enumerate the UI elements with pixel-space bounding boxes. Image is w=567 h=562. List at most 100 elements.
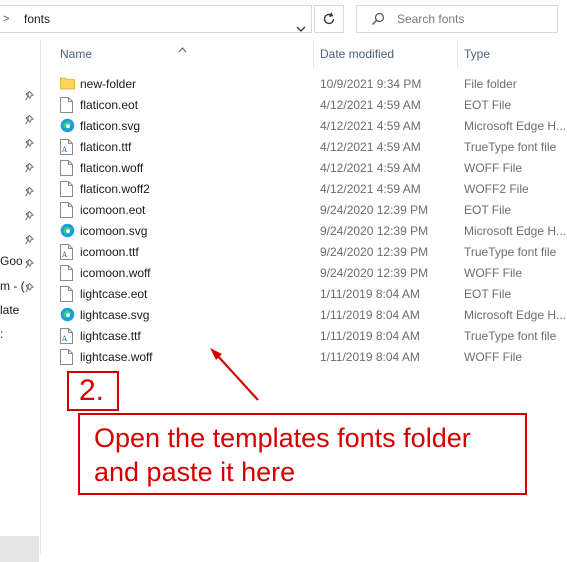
pin-icon	[25, 88, 37, 101]
file-row[interactable]: Alightcase.ttf 1/11/2019 8:04 AM TrueType …	[56, 325, 566, 346]
file-date-modified: 1/11/2019 8:04 AM	[320, 308, 420, 322]
file-date-modified: 4/12/2021 4:59 AM	[320, 119, 421, 133]
chevron-down-icon[interactable]	[296, 16, 306, 42]
breadcrumb-fonts[interactable]: fonts	[24, 6, 50, 32]
pin-icon	[25, 208, 37, 221]
column-header-date-modified[interactable]: Date modified	[320, 47, 394, 61]
nav-item-fragment-4[interactable]: :	[0, 327, 3, 341]
pin-icon	[25, 160, 37, 173]
file-row[interactable]: flaticon.eot 4/12/2021 4:59 AM EOT File	[56, 94, 566, 115]
nav-item-fragment-3[interactable]: late	[0, 303, 19, 317]
pin-icon	[25, 232, 37, 245]
file-date-modified: 4/12/2021 4:59 AM	[320, 98, 421, 112]
file-row[interactable]: icomoon.svg 9/24/2020 12:39 PM Microsoft E…	[56, 220, 566, 241]
file-name[interactable]: flaticon.svg	[80, 119, 140, 133]
file-name[interactable]: lightcase.svg	[80, 308, 149, 322]
address-bar[interactable]: > fonts	[0, 5, 312, 33]
file-row[interactable]: lightcase.eot 1/11/2019 8:04 AM EOT File	[56, 283, 566, 304]
file-date-modified: 9/24/2020 12:39 PM	[320, 245, 429, 259]
search-placeholder: Search fonts	[397, 12, 465, 26]
file-row[interactable]: flaticon.svg 4/12/2021 4:59 AM Microsoft E…	[56, 115, 566, 136]
file-name[interactable]: lightcase.eot	[80, 287, 147, 301]
folder-icon	[60, 76, 75, 92]
file-type: WOFF File	[464, 161, 522, 175]
file-icon	[60, 286, 75, 302]
search-icon	[372, 12, 385, 25]
file-name[interactable]: icomoon.woff	[80, 266, 150, 280]
file-date-modified: 1/11/2019 8:04 AM	[320, 329, 420, 343]
file-type: WOFF File	[464, 350, 522, 364]
column-header-name[interactable]: Name	[60, 47, 92, 61]
file-icon	[60, 97, 75, 113]
pin-icon	[25, 136, 37, 149]
edge-icon	[60, 223, 75, 239]
file-icon	[60, 202, 75, 218]
file-name[interactable]: new-folder	[80, 77, 136, 91]
file-type: TrueType font file	[464, 329, 557, 343]
file-date-modified: 9/24/2020 12:39 PM	[320, 224, 429, 238]
file-row[interactable]: icomoon.eot 9/24/2020 12:39 PM EOT File	[56, 199, 566, 220]
file-date-modified: 1/11/2019 8:04 AM	[320, 287, 420, 301]
file-row[interactable]: new-folder 10/9/2021 9:34 PM File folder	[56, 73, 566, 94]
file-name[interactable]: lightcase.woff	[80, 350, 153, 364]
svg-text:A: A	[61, 146, 68, 154]
red-arrow-annotation	[210, 348, 259, 401]
file-type: Microsoft Edge H...	[464, 308, 567, 322]
refresh-icon	[323, 12, 335, 25]
edge-icon	[60, 307, 75, 323]
column-header-type[interactable]: Type	[464, 47, 490, 61]
file-name[interactable]: icomoon.ttf	[80, 245, 139, 259]
file-row[interactable]: icomoon.woff 9/24/2020 12:39 PM WOFF File	[56, 262, 566, 283]
file-name[interactable]: flaticon.woff2	[80, 182, 150, 196]
file-icon	[60, 160, 75, 176]
file-date-modified: 4/12/2021 4:59 AM	[320, 182, 421, 196]
file-icon	[60, 349, 75, 365]
file-date-modified: 4/12/2021 4:59 AM	[320, 161, 421, 175]
file-name[interactable]: flaticon.woff	[80, 161, 143, 175]
file-row[interactable]: Aflaticon.ttf 4/12/2021 4:59 AM TrueType f…	[56, 136, 566, 157]
file-name[interactable]: flaticon.ttf	[80, 140, 131, 154]
file-type: WOFF2 File	[464, 182, 529, 196]
file-type: TrueType font file	[464, 140, 557, 154]
pin-icon	[25, 184, 37, 197]
instruction-line-1: Open the templates fonts folder	[94, 423, 471, 453]
file-date-modified: 9/24/2020 12:39 PM	[320, 266, 429, 280]
file-row[interactable]: flaticon.woff2 4/12/2021 4:59 AM WOFF2 Fil…	[56, 178, 566, 199]
file-type: Microsoft Edge H...	[464, 224, 567, 238]
file-type: File folder	[464, 77, 517, 91]
file-icon	[60, 265, 75, 281]
file-name[interactable]: icomoon.eot	[80, 203, 145, 217]
font-file-icon: A	[60, 139, 75, 155]
file-name[interactable]: flaticon.eot	[80, 98, 138, 112]
sort-ascending-icon	[178, 40, 187, 58]
file-row[interactable]: lightcase.svg 1/11/2019 8:04 AM Microsoft …	[56, 304, 566, 325]
edge-icon	[60, 118, 75, 134]
column-divider[interactable]	[457, 42, 458, 68]
refresh-button[interactable]	[314, 5, 344, 33]
step-number-label: 2.	[67, 371, 119, 411]
font-file-icon: A	[60, 244, 75, 260]
svg-text:A: A	[61, 335, 68, 343]
file-date-modified: 4/12/2021 4:59 AM	[320, 140, 421, 154]
file-type: EOT File	[464, 98, 512, 112]
nav-item-fragment-1[interactable]: Goo	[0, 254, 23, 268]
file-type: TrueType font file	[464, 245, 557, 259]
nav-item-fragment-2[interactable]: m - (	[0, 279, 25, 293]
file-date-modified: 10/9/2021 9:34 PM	[320, 77, 422, 91]
column-divider[interactable]	[313, 42, 314, 68]
search-box[interactable]: Search fonts	[356, 5, 558, 33]
file-date-modified: 1/11/2019 8:04 AM	[320, 350, 420, 364]
svg-text:A: A	[61, 251, 68, 259]
file-type: EOT File	[464, 287, 512, 301]
file-row[interactable]: Aicomoon.ttf 9/24/2020 12:39 PM TrueType f…	[56, 241, 566, 262]
file-type: WOFF File	[464, 266, 522, 280]
file-row[interactable]: flaticon.woff 4/12/2021 4:59 AM WOFF File	[56, 157, 566, 178]
chevron-right-icon: >	[3, 13, 10, 25]
file-row[interactable]: lightcase.woff 1/11/2019 8:04 AM WOFF File	[56, 346, 566, 367]
instruction-line-2: and paste it here	[94, 457, 296, 487]
file-icon	[60, 181, 75, 197]
file-name[interactable]: icomoon.svg	[80, 224, 147, 238]
file-name[interactable]: lightcase.ttf	[80, 329, 141, 343]
nav-selected-item[interactable]	[0, 536, 39, 562]
instruction-callout: Open the templates fonts folder and past…	[78, 413, 527, 495]
